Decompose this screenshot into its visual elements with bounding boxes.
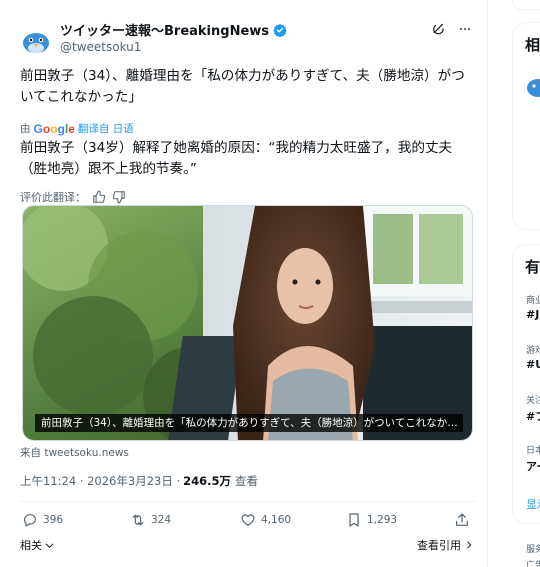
- bookmark-count: 1,293: [367, 514, 398, 526]
- bookmark-button[interactable]: 1,293: [346, 512, 397, 528]
- translated-from-link[interactable]: 翻译自 日语: [78, 121, 134, 136]
- verified-badge-icon: [273, 23, 287, 37]
- rate-translation: 评价此翻译：: [20, 189, 126, 205]
- view-count: 246.5万: [183, 474, 232, 488]
- tweet-meta: 上午11:24 · 2026年3月23日 · 246.5万 查看: [20, 473, 258, 489]
- sidebar-avatar-bird-icon[interactable]: [526, 76, 540, 98]
- translated-by: 由 Google 翻译自 日语: [20, 121, 134, 136]
- trend-tag[interactable]: #U: [526, 358, 540, 371]
- view-quotes-link[interactable]: 查看引用: [417, 537, 474, 553]
- like-count: 4,160: [261, 514, 292, 526]
- trend-category: 日本: [526, 446, 540, 456]
- trend-tag[interactable]: アー: [526, 458, 540, 474]
- reply-count: 396: [43, 514, 64, 526]
- trend-tag[interactable]: #フ: [526, 408, 540, 424]
- more-icon[interactable]: [458, 22, 472, 36]
- view-label: 查看: [235, 474, 259, 488]
- link-source[interactable]: 来自 tweetsoku.news: [20, 445, 129, 460]
- retweet-count: 324: [151, 514, 172, 526]
- divider: [20, 501, 476, 502]
- tweet-header: ツイッター速報〜BreakingNews @tweetsoku1: [20, 14, 476, 58]
- reply-button[interactable]: 396: [22, 512, 63, 528]
- trend-category: 游戏: [526, 346, 540, 356]
- google-logo: Google: [33, 121, 75, 136]
- thumbs-up-icon[interactable]: [92, 190, 106, 204]
- sidebar-search-box[interactable]: [512, 0, 540, 10]
- show-more-link[interactable]: 显示: [526, 496, 540, 512]
- author-handle[interactable]: @tweetsoku1: [60, 40, 141, 54]
- trend-category: 商业: [526, 296, 540, 306]
- media-image[interactable]: 前田敦子（34）、離婚理由を「私の体力がありすぎて、夫（勝地涼）がついてこれなか…: [22, 205, 473, 441]
- footer-link[interactable]: 服务: [526, 542, 540, 555]
- like-icon: [241, 514, 255, 526]
- grok-icon[interactable]: [432, 22, 446, 36]
- related-dropdown[interactable]: 相关: [20, 537, 55, 553]
- retweet-icon: [132, 514, 144, 526]
- header-actions: [432, 22, 472, 36]
- media-caption: 前田敦子（34）、離婚理由を「私の体力がありすぎて、夫（勝地涼）がついてこれなか…: [35, 414, 463, 432]
- footer-link[interactable]: 广告: [526, 558, 540, 567]
- bookmark-icon: [349, 513, 359, 527]
- retweet-button[interactable]: 324: [130, 512, 171, 528]
- translated-by-prefix: 由: [20, 123, 31, 135]
- avatar-bird-icon[interactable]: [20, 24, 52, 56]
- reply-icon: [24, 514, 36, 527]
- right-sidebar: 相 有 商业 #J 游戏 #U 关注 #フ 日本 アー 显示 服务 广告: [500, 0, 540, 567]
- timestamp[interactable]: 上午11:24 · 2026年3月23日 ·: [20, 473, 180, 489]
- tweet-text-original: 前田敦子（34）、離婚理由を「私の体力がありすぎて、夫（勝地涼）がついてこれなか…: [20, 68, 465, 105]
- chevron-down-icon: [45, 543, 54, 548]
- sidebar-card-trends: [512, 244, 540, 524]
- share-icon: [456, 513, 468, 526]
- chevron-right-icon: [467, 541, 472, 549]
- view-quotes-label: 查看引用: [417, 539, 461, 552]
- author-name-row[interactable]: ツイッター速報〜BreakingNews: [60, 20, 287, 39]
- sidebar-heading-1: 相: [525, 36, 540, 54]
- tweet-text-translated: 前田敦子（34岁）解释了她离婚的原因：“我的精力太旺盛了，我的丈夫（胜地亮）跟不…: [20, 140, 453, 177]
- action-bar: 396 324 4,160 1,293: [20, 512, 476, 532]
- share-button[interactable]: [454, 512, 470, 528]
- like-button[interactable]: 4,160: [240, 512, 291, 528]
- trend-tag[interactable]: #J: [526, 308, 539, 321]
- rate-translation-label: 评价此翻译：: [20, 191, 86, 204]
- related-label: 相关: [20, 539, 42, 552]
- timeline-column: ツイッター速報〜BreakingNews @tweetsoku1 前田敦子（34…: [0, 0, 488, 567]
- sidebar-heading-2: 有: [525, 258, 540, 276]
- tweet[interactable]: ツイッター速報〜BreakingNews @tweetsoku1 前田敦子（34…: [20, 14, 476, 552]
- photo-illustration: [23, 206, 472, 440]
- thumbs-down-icon[interactable]: [112, 190, 126, 204]
- display-name[interactable]: ツイッター速報〜BreakingNews: [60, 20, 269, 39]
- trend-category: 关注: [526, 396, 540, 406]
